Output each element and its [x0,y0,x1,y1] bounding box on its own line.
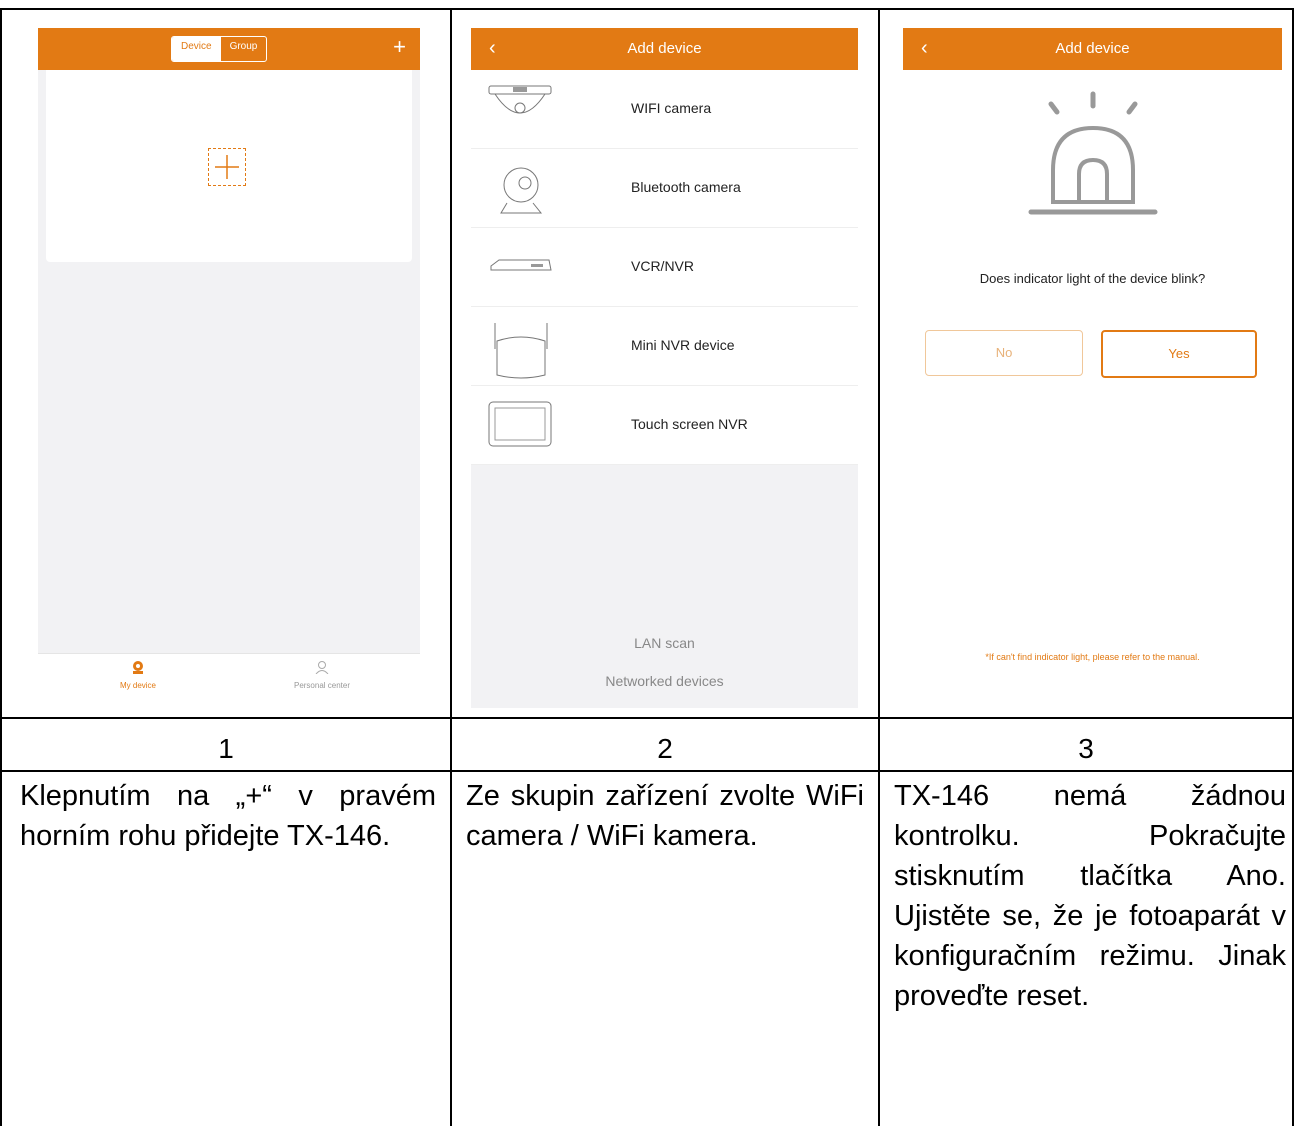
top-bar: ‹ Add device [471,28,858,70]
add-plus-icon[interactable]: + [393,34,406,60]
list-item-label: Touch screen NVR [631,416,748,432]
nav-personal-center-label: Personal center [293,681,351,690]
screen-my-device: Device Group + My device Personal center [38,28,420,708]
step-number-2: 2 [657,733,673,764]
list-item-touch-screen-nvr[interactable]: Touch screen NVR [471,386,858,465]
caption-step-3: TX-146 nemá žádnou kontrolku. Pokračujte… [894,780,1286,1012]
table-border-top [0,8,1294,10]
bottom-nav: My device Personal center [38,653,420,708]
table-border-left [0,8,2,1126]
wifi-camera-icon [488,85,552,114]
screen-indicator-question: ‹ Add device Does indicator light of the… [903,28,1282,708]
device-card [46,70,412,262]
table-col-divider-1 [450,8,452,1126]
person-icon [315,661,329,675]
plus-icon [215,155,239,179]
step-number-1: 1 [218,733,234,764]
nav-personal-center[interactable]: Personal center [262,660,382,690]
list-item-vcr-nvr[interactable]: VCR/NVR [471,228,858,307]
networked-devices-link[interactable]: Networked devices [471,673,858,689]
list-item-label: Mini NVR device [631,337,735,353]
list-item-label: VCR/NVR [631,258,695,274]
list-item-bluetooth-camera[interactable]: Bluetooth camera [471,149,858,228]
top-bar: ‹ Add device [903,28,1282,70]
camera-icon [133,661,143,674]
list-footer-area: LAN scan Networked devices [471,465,858,708]
list-item-label: Bluetooth camera [631,179,741,195]
mini-nvr-icon [494,323,548,379]
screen-add-device-list: ‹ Add device WIFI camera Bluetooth camer… [471,28,858,708]
instruction-table: Device Group + My device Personal center… [0,0,1294,1126]
no-button[interactable]: No [925,330,1083,376]
touch-screen-nvr-icon [488,401,552,447]
nav-my-device-label: My device [119,681,156,690]
top-bar: Device Group + [38,28,420,70]
manual-note: *If can't find indicator light, please r… [985,652,1200,662]
nvr-recorder-icon [490,259,552,271]
tab-device[interactable]: Device [172,37,221,61]
caption-step-1: Klepnutím na „+“ v pravém horním rohu př… [20,780,436,852]
step-number-3: 3 [1078,733,1094,764]
bluetooth-camera-icon [500,167,543,214]
lan-scan-link[interactable]: LAN scan [471,635,858,651]
caption-step-2: Ze skupin zařízení zvolte WiFi camera / … [466,780,864,852]
indicator-light-icon [1028,91,1158,215]
list-item-mini-nvr[interactable]: Mini NVR device [471,307,858,386]
device-group-toggle[interactable]: Device Group [171,36,268,62]
add-device-button[interactable] [208,148,246,186]
tab-group[interactable]: Group [221,37,267,61]
table-divider-1 [0,717,1294,719]
page-title: Add device [627,40,702,57]
table-col-divider-2 [878,8,880,1126]
page-title: Add device [1055,40,1130,57]
list-item-wifi-camera[interactable]: WIFI camera [471,70,858,149]
nav-my-device[interactable]: My device [78,660,198,690]
table-divider-2 [0,770,1294,772]
indicator-question: Does indicator light of the device blink… [979,271,1206,286]
yes-button[interactable]: Yes [1101,330,1257,378]
list-item-label: WIFI camera [631,100,712,116]
